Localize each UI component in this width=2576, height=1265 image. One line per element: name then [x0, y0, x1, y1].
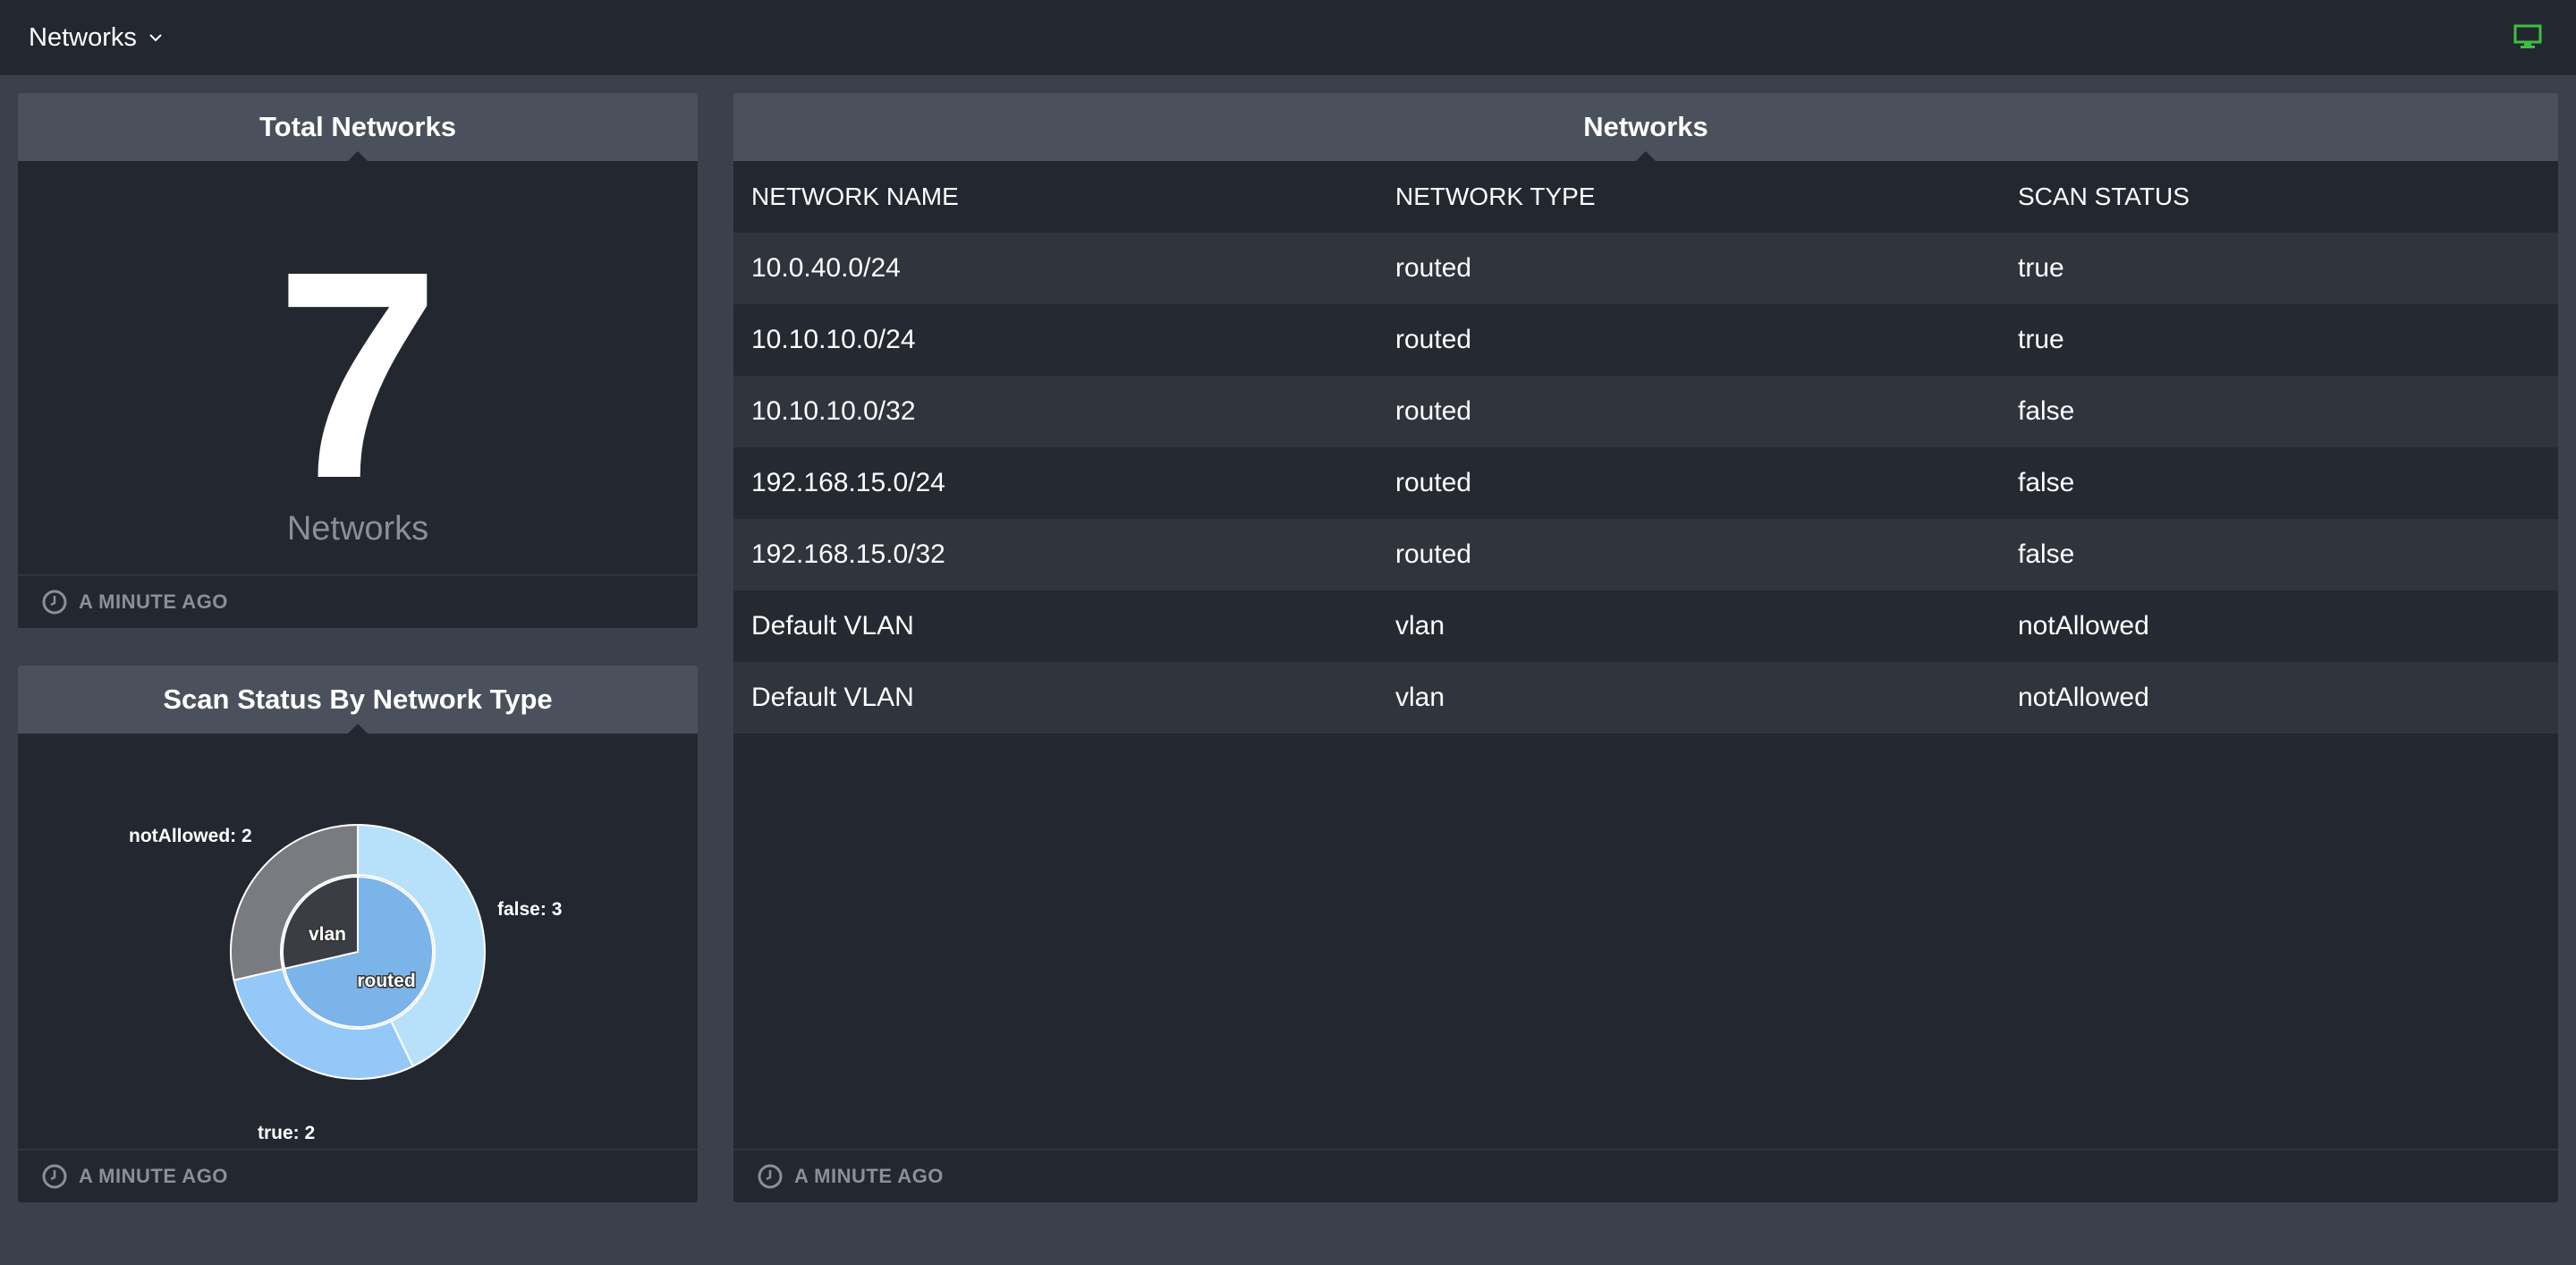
network-type-cell: routed	[1395, 253, 1472, 283]
scan-status-cell: true	[2018, 325, 2064, 354]
scan-status-card: Scan Status By Network Type false: 3 true…	[18, 666, 698, 1202]
card-header: Networks	[733, 93, 2558, 162]
inner-label-routed: routed	[357, 971, 415, 991]
table-row[interactable]: Default VLAN vlan notAllowed	[733, 590, 2558, 662]
clock-icon	[42, 1164, 67, 1189]
table-row[interactable]: 10.0.40.0/24 routed true	[733, 233, 2558, 304]
networks-table-card: Networks NETWORK NAME NETWORK TYPE SCAN …	[733, 93, 2558, 1202]
scan-status-donut-chart: false: 3 true: 2 notAllowed: 2 routed vlan	[129, 823, 562, 1143]
scan-status-cell: false	[2018, 396, 2075, 426]
inner-label-vlan: vlan	[309, 924, 346, 945]
column-header-scan-status[interactable]: SCAN STATUS	[2018, 183, 2558, 211]
card-footer: A MINUTE AGO	[18, 574, 698, 628]
card-title: Total Networks	[259, 111, 456, 142]
table-row[interactable]: 10.10.10.0/32 routed false	[733, 376, 2558, 447]
scan-status-cell: false	[2018, 539, 2075, 569]
network-name-cell: 192.168.15.0/32	[751, 539, 945, 569]
total-networks-card: Total Networks 7 Networks A MINUTE AGO	[18, 93, 698, 628]
scan-status-cell: true	[2018, 253, 2064, 283]
table-row[interactable]: 10.10.10.0/24 routed true	[733, 304, 2558, 376]
table-row[interactable]: 192.168.15.0/24 routed false	[733, 447, 2558, 519]
card-footer: A MINUTE AGO	[18, 1149, 698, 1202]
scan-status-cell: notAllowed	[2018, 683, 2149, 712]
card-footer: A MINUTE AGO	[733, 1149, 2558, 1202]
network-name-cell: 10.10.10.0/24	[751, 325, 916, 354]
card-title: Networks	[1583, 111, 1708, 142]
table-row[interactable]: Default VLAN vlan notAllowed	[733, 662, 2558, 734]
card-title: Scan Status By Network Type	[163, 683, 553, 715]
scan-status-cell: false	[2018, 468, 2075, 497]
table-header: NETWORK NAME NETWORK TYPE SCAN STATUS	[733, 161, 2558, 233]
outer-label-false: false: 3	[497, 899, 562, 920]
card-header: Total Networks	[18, 93, 698, 162]
clock-icon	[42, 590, 67, 615]
network-type-cell: routed	[1395, 468, 1472, 497]
total-label: Networks	[286, 510, 429, 548]
network-type-cell: routed	[1395, 325, 1472, 354]
table-body: 10.0.40.0/24 routed true 10.10.10.0/24 r…	[733, 233, 2558, 734]
network-name-cell: Default VLAN	[751, 683, 914, 712]
card-header: Scan Status By Network Type	[18, 666, 698, 734]
updated-time: A MINUTE AGO	[79, 1165, 228, 1187]
network-name-cell: 192.168.15.0/24	[751, 468, 945, 497]
scan-status-cell: notAllowed	[2018, 611, 2149, 641]
updated-time: A MINUTE AGO	[794, 1165, 944, 1187]
dashboard-title: Networks	[29, 22, 137, 52]
outer-label-notallowed: notAllowed: 2	[129, 826, 252, 846]
network-type-cell: routed	[1395, 396, 1472, 426]
column-header-network-name[interactable]: NETWORK NAME	[733, 183, 1395, 211]
clock-icon	[758, 1164, 783, 1189]
column-header-network-type[interactable]: NETWORK TYPE	[1395, 183, 2018, 211]
updated-time: A MINUTE AGO	[79, 590, 228, 613]
network-name-cell: 10.0.40.0/24	[751, 253, 901, 283]
dashboard-selector[interactable]: Networks	[29, 21, 164, 54]
table-row[interactable]: 192.168.15.0/32 routed false	[733, 519, 2558, 590]
network-name-cell: Default VLAN	[751, 611, 914, 641]
total-count: 7	[275, 209, 440, 539]
network-type-cell: routed	[1395, 539, 1472, 569]
network-type-cell: vlan	[1395, 611, 1445, 641]
network-name-cell: 10.10.10.0/32	[751, 396, 916, 426]
monitor-icon[interactable]	[2513, 23, 2542, 50]
top-bar: Networks	[0, 0, 2576, 75]
outer-label-true: true: 2	[258, 1123, 315, 1143]
network-type-cell: vlan	[1395, 683, 1445, 712]
chevron-down-icon	[149, 34, 162, 42]
